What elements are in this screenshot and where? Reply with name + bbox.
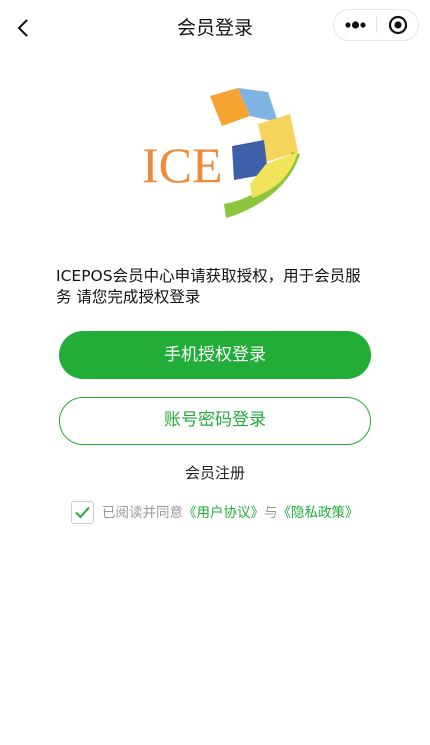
close-mini-program-button[interactable] xyxy=(377,10,419,40)
register-link[interactable]: 会员注册 xyxy=(185,464,245,482)
agreement-text: 已阅读并同意《用户协议》与《隐私政策》 xyxy=(102,503,359,523)
account-login-button[interactable]: 账号密码登录 xyxy=(59,397,371,445)
phone-login-button[interactable]: 手机授权登录 xyxy=(59,331,371,379)
more-dots-icon xyxy=(345,21,366,29)
agreement-checkbox[interactable] xyxy=(71,501,94,524)
privacy-policy-link[interactable]: 《隐私政策》 xyxy=(278,505,359,521)
logo-text: ICE xyxy=(142,137,223,193)
register-link-wrapper: 会员注册 xyxy=(0,462,430,484)
more-button[interactable] xyxy=(334,10,376,40)
agreement-conjunction: 与 xyxy=(264,505,278,521)
authorization-description: ICEPOS会员中心申请获取授权，用于会员服务 请您完成授权登录 xyxy=(56,267,361,306)
target-circle-icon xyxy=(388,15,408,35)
mini-program-capsule xyxy=(333,9,419,41)
user-agreement-link[interactable]: 《用户协议》 xyxy=(183,505,264,521)
ice-logo: ICE xyxy=(140,82,305,224)
checkmark-icon xyxy=(75,506,90,519)
agreement-prefix: 已阅读并同意 xyxy=(102,505,183,521)
navigation-bar: 会员登录 xyxy=(0,0,430,56)
